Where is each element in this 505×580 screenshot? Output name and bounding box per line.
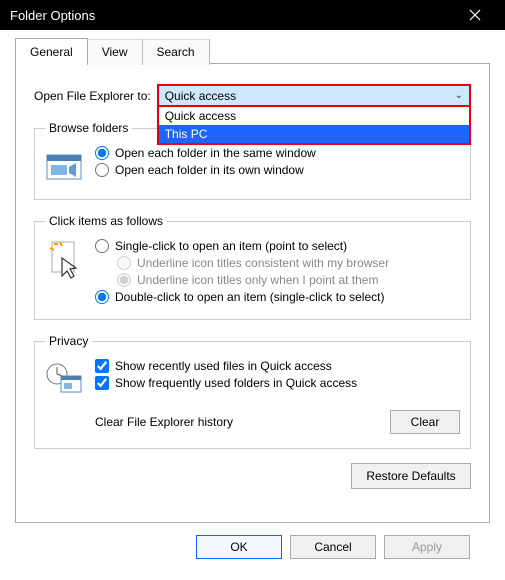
titlebar: Folder Options — [0, 0, 505, 30]
radio-underline-point — [117, 273, 131, 287]
radio-same-window[interactable] — [95, 146, 109, 160]
privacy-icon — [45, 360, 85, 400]
radio-own-window-label: Open each folder in its own window — [115, 163, 304, 177]
tab-general[interactable]: General — [15, 38, 88, 64]
click-items-legend: Click items as follows — [45, 214, 167, 228]
tab-view[interactable]: View — [87, 39, 143, 65]
combo-option-this-pc[interactable]: This PC — [159, 125, 469, 143]
click-items-group: Click items as follows Single-click to o… — [34, 214, 471, 320]
check-freq-folders-label: Show frequently used folders in Quick ac… — [115, 376, 357, 390]
radio-underline-browser-label: Underline icon titles consistent with my… — [137, 256, 389, 270]
radio-single-click[interactable] — [95, 239, 109, 253]
window-title: Folder Options — [10, 8, 455, 23]
clear-history-label: Clear File Explorer history — [95, 415, 233, 429]
radio-own-window[interactable] — [95, 163, 109, 177]
tab-panel-general: Open File Explorer to: Quick access ⌄ Qu… — [15, 63, 490, 523]
open-explorer-label: Open File Explorer to: — [34, 89, 151, 103]
cancel-button[interactable]: Cancel — [290, 535, 376, 559]
close-icon — [469, 9, 481, 21]
radio-same-window-label: Open each folder in the same window — [115, 146, 316, 160]
clear-button[interactable]: Clear — [390, 410, 460, 434]
dialog-buttons: OK Cancel Apply — [15, 523, 490, 559]
restore-defaults-button[interactable]: Restore Defaults — [351, 463, 471, 489]
combo-option-quick-access[interactable]: Quick access — [159, 107, 469, 125]
privacy-group: Privacy Show recently used files in Quic… — [34, 334, 471, 449]
radio-single-click-label: Single-click to open an item (point to s… — [115, 239, 347, 253]
tab-search[interactable]: Search — [142, 39, 210, 65]
privacy-legend: Privacy — [45, 334, 92, 348]
close-button[interactable] — [455, 0, 495, 30]
open-explorer-combo[interactable]: Quick access ⌄ — [157, 84, 471, 107]
check-recent-files-label: Show recently used files in Quick access — [115, 359, 332, 373]
radio-underline-browser — [117, 256, 131, 270]
radio-double-click-label: Double-click to open an item (single-cli… — [115, 290, 384, 304]
click-items-icon — [45, 240, 85, 280]
tab-strip: General View Search — [15, 38, 490, 64]
chevron-down-icon: ⌄ — [455, 90, 463, 101]
apply-button: Apply — [384, 535, 470, 559]
combo-value: Quick access — [165, 89, 236, 103]
radio-double-click[interactable] — [95, 290, 109, 304]
browse-folders-icon — [45, 147, 85, 187]
check-recent-files[interactable] — [95, 359, 109, 373]
ok-button[interactable]: OK — [196, 535, 282, 559]
check-freq-folders[interactable] — [95, 376, 109, 390]
radio-underline-point-label: Underline icon titles only when I point … — [137, 273, 378, 287]
open-explorer-dropdown: Quick access This PC — [157, 107, 471, 145]
browse-folders-legend: Browse folders — [45, 121, 132, 135]
